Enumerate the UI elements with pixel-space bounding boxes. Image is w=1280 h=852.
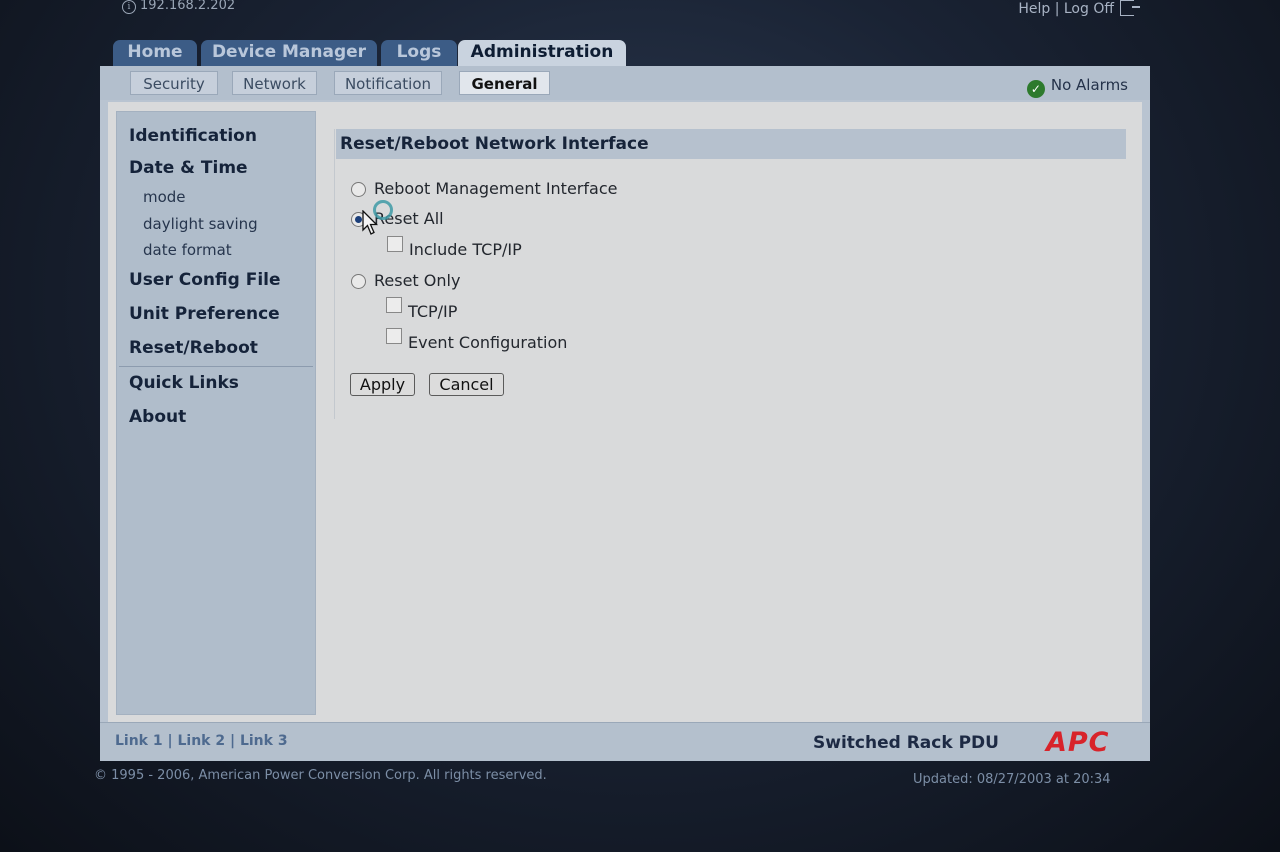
mouse-cursor-icon bbox=[362, 210, 379, 235]
section-title: Reset/Reboot Network Interface bbox=[336, 129, 1126, 159]
logoff-link[interactable]: Log Off bbox=[1064, 1, 1114, 17]
apply-button[interactable]: Apply bbox=[350, 373, 415, 396]
sidebar-item-date-time[interactable]: Date & Time bbox=[129, 158, 248, 178]
sidebar-divider bbox=[119, 366, 313, 367]
product-name: Switched Rack PDU bbox=[813, 733, 999, 753]
tab-home[interactable]: Home bbox=[113, 40, 197, 66]
reset-only-label[interactable]: Reset Only bbox=[374, 271, 460, 290]
logoff-icon[interactable] bbox=[1120, 0, 1140, 16]
alarm-status: ✓ No Alarms bbox=[1026, 76, 1128, 98]
checkmark-icon: ✓ bbox=[1026, 80, 1045, 98]
tcpip-label[interactable]: TCP/IP bbox=[408, 302, 457, 321]
info-icon: i bbox=[122, 0, 136, 14]
help-link[interactable]: Help bbox=[1018, 1, 1050, 17]
tab-administration[interactable]: Administration bbox=[458, 40, 626, 68]
sidebar-item-mode[interactable]: mode bbox=[143, 188, 186, 206]
subtab-notification[interactable]: Notification bbox=[334, 71, 442, 95]
sidebar-item-about[interactable]: About bbox=[129, 407, 186, 427]
copyright-text: © 1995 - 2006, American Power Conversion… bbox=[94, 768, 547, 783]
main-panel: Reset/Reboot Network Interface Reboot Ma… bbox=[334, 112, 1126, 419]
sidebar-item-user-config-file[interactable]: User Config File bbox=[129, 270, 281, 290]
reset-only-radio[interactable] bbox=[351, 274, 366, 289]
sidebar-item-identification[interactable]: Identification bbox=[129, 126, 257, 146]
sidebar: Identification Date & Time mode daylight… bbox=[116, 111, 316, 715]
top-links: Help | Log Off bbox=[1018, 0, 1140, 17]
reboot-management-radio[interactable] bbox=[351, 182, 366, 197]
footer-bar: Link 1 | Link 2 | Link 3 Switched Rack P… bbox=[100, 722, 1150, 761]
subtab-general[interactable]: General bbox=[459, 71, 550, 95]
app-frame: Security Network Notification General ✓ N… bbox=[100, 66, 1150, 761]
sidebar-item-unit-preference[interactable]: Unit Preference bbox=[129, 304, 280, 324]
tcpip-checkbox[interactable] bbox=[386, 297, 402, 313]
footer-links[interactable]: Link 1 | Link 2 | Link 3 bbox=[115, 733, 288, 749]
reboot-management-label[interactable]: Reboot Management Interface bbox=[374, 179, 617, 198]
sidebar-item-reset-reboot[interactable]: Reset/Reboot bbox=[129, 338, 258, 358]
content-area: Identification Date & Time mode daylight… bbox=[108, 102, 1142, 722]
ip-address: i 192.168.2.202 bbox=[122, 0, 235, 14]
sub-navigation: Security Network Notification General ✓ N… bbox=[100, 66, 1150, 100]
tab-device-manager[interactable]: Device Manager bbox=[201, 40, 377, 66]
updated-timestamp: Updated: 08/27/2003 at 20:34 bbox=[913, 772, 1111, 787]
tab-logs[interactable]: Logs bbox=[381, 40, 457, 66]
link-separator: | bbox=[1054, 1, 1060, 17]
sidebar-item-daylight-saving[interactable]: daylight saving bbox=[143, 215, 258, 233]
top-bar: i 192.168.2.202 Help | Log Off bbox=[0, 0, 1280, 17]
subtab-network[interactable]: Network bbox=[232, 71, 317, 95]
include-tcpip-checkbox[interactable] bbox=[387, 236, 403, 252]
event-configuration-checkbox[interactable] bbox=[386, 328, 402, 344]
subtab-security[interactable]: Security bbox=[130, 71, 218, 95]
sidebar-item-date-format[interactable]: date format bbox=[143, 241, 232, 259]
panel-border bbox=[334, 129, 335, 419]
cancel-button[interactable]: Cancel bbox=[429, 373, 504, 396]
sidebar-item-quick-links[interactable]: Quick Links bbox=[129, 373, 239, 393]
include-tcpip-label[interactable]: Include TCP/IP bbox=[409, 240, 522, 259]
apc-logo: APC bbox=[1046, 727, 1110, 758]
event-configuration-label[interactable]: Event Configuration bbox=[408, 333, 567, 352]
